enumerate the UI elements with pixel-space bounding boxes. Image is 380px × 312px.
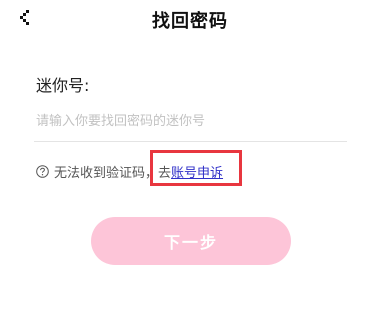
help-row: 无法收到验证码，去 账号申诉 <box>36 161 223 181</box>
input-underline <box>34 141 347 142</box>
header-bar: 找回密码 <box>0 0 380 40</box>
question-circle-icon <box>36 164 49 178</box>
mini-id-label: 迷你号: <box>36 76 90 95</box>
help-text: 无法收到验证码，去 <box>54 165 172 181</box>
account-appeal-link[interactable]: 账号申诉 <box>171 162 223 181</box>
page-title: 找回密码 <box>152 11 228 32</box>
next-step-button[interactable]: 下一步 <box>91 217 291 265</box>
mini-id-input[interactable] <box>36 108 346 134</box>
